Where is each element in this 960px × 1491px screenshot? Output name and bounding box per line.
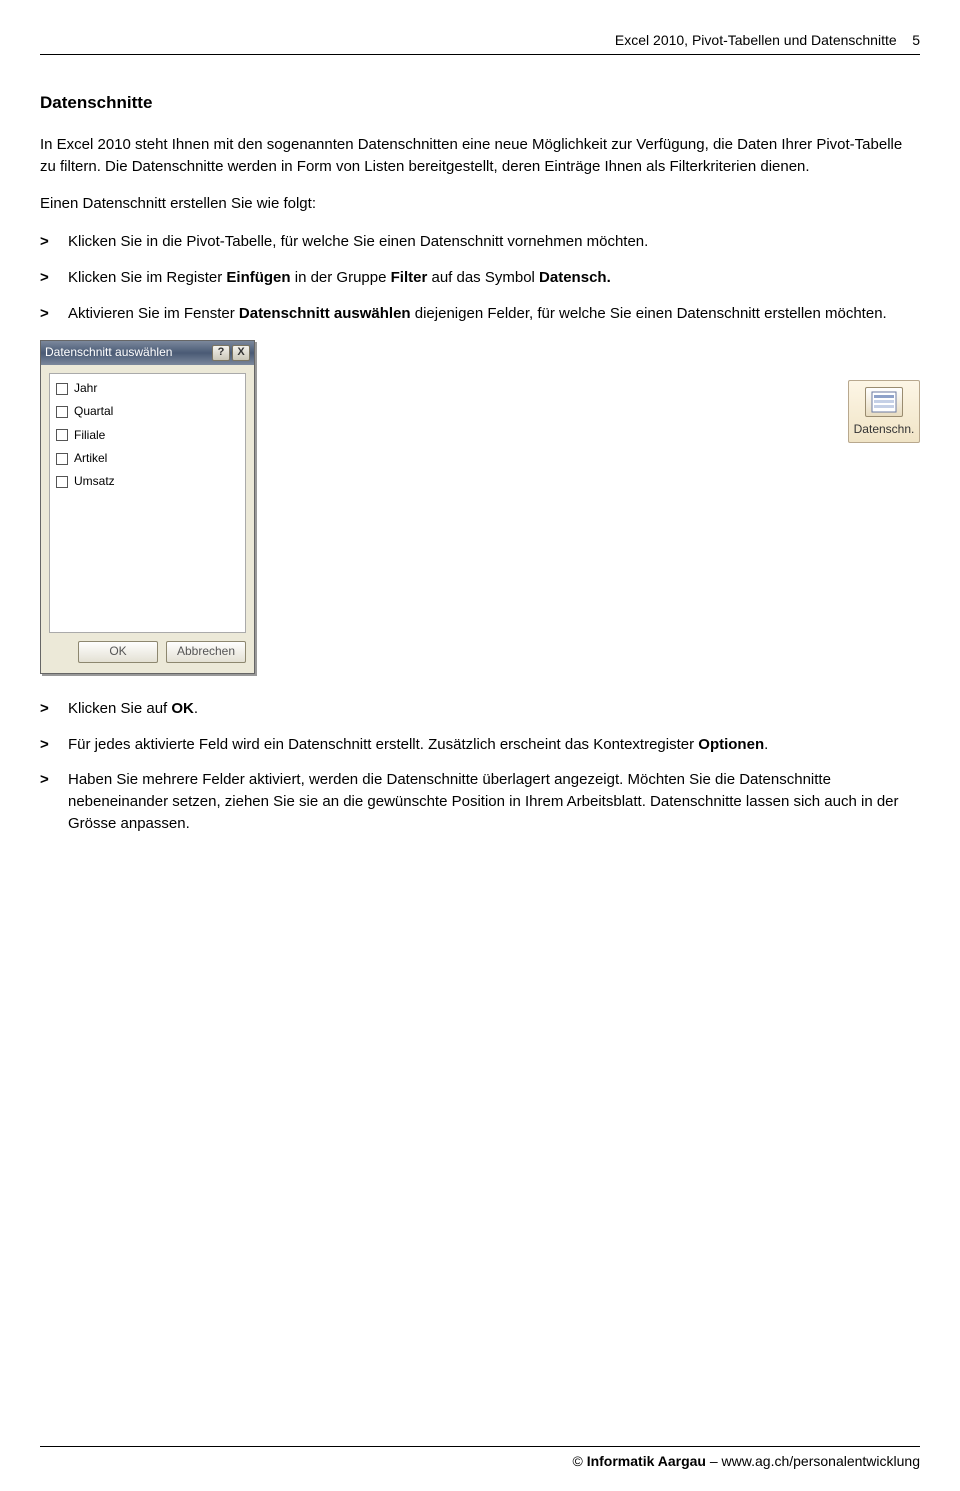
dialog-footer: OK Abbrechen (41, 641, 254, 673)
steps-list-2: > Klicken Sie auf OK. > Für jedes aktivi… (40, 698, 920, 835)
checkbox[interactable] (56, 476, 68, 488)
list-text: Für jedes aktivierte Feld wird ein Daten… (68, 736, 698, 753)
section-title: Datenschnitte (40, 91, 920, 116)
slicer-icon (865, 387, 903, 417)
checkbox-row[interactable]: Quartal (56, 403, 239, 420)
checkbox-label: Umsatz (74, 473, 115, 490)
bold-term: Filter (391, 269, 428, 286)
list-item: > Für jedes aktivierte Feld wird ein Dat… (40, 734, 920, 756)
lead-sentence: Einen Datenschnitt erstellen Sie wie fol… (40, 193, 920, 215)
doc-title: Excel 2010, Pivot-Tabellen und Datenschn… (615, 32, 897, 48)
list-text: Klicken Sie im Register (68, 269, 226, 286)
close-button[interactable]: X (232, 345, 250, 361)
checkbox-row[interactable]: Artikel (56, 450, 239, 467)
list-item: > Haben Sie mehrere Felder aktiviert, we… (40, 769, 920, 834)
list-text: auf das Symbol (427, 269, 539, 286)
ok-button[interactable]: OK (78, 641, 158, 663)
dialog-titlebar: Datenschnitt auswählen ? X (41, 341, 254, 364)
cancel-button[interactable]: Abbrechen (166, 641, 246, 663)
checkbox-label: Quartal (74, 403, 113, 420)
checkbox-label: Jahr (74, 380, 97, 397)
list-item: > Klicken Sie auf OK. (40, 698, 920, 720)
list-item: > Klicken Sie im Register Einfügen in de… (40, 267, 920, 289)
checkbox-label: Artikel (74, 450, 107, 467)
checkbox-row[interactable]: Jahr (56, 380, 239, 397)
bullet-marker: > (40, 231, 49, 253)
bold-term: Optionen (698, 736, 764, 753)
checkbox-row[interactable]: Umsatz (56, 473, 239, 490)
ribbon-slicer-label: Datenschn. (854, 422, 915, 436)
steps-list-1: > Klicken Sie in die Pivot-Tabelle, für … (40, 231, 920, 324)
checkbox[interactable] (56, 406, 68, 418)
bullet-marker: > (40, 267, 49, 289)
checkbox[interactable] (56, 429, 68, 441)
page-header: Excel 2010, Pivot-Tabellen und Datenschn… (40, 30, 920, 55)
list-text: . (764, 736, 768, 753)
list-text: Aktivieren Sie im Fenster (68, 305, 239, 322)
list-text: in der Gruppe (291, 269, 391, 286)
bullet-marker: > (40, 734, 49, 756)
page-footer: © Informatik Aargau – www.ag.ch/personal… (40, 1446, 920, 1471)
slicer-select-dialog: Datenschnitt auswählen ? X Jahr Quartal … (40, 340, 255, 673)
help-button[interactable]: ? (212, 345, 230, 361)
bold-term: Datensch. (539, 269, 611, 286)
footer-sep: – (706, 1453, 722, 1469)
dialog-title: Datenschnitt auswählen (45, 344, 172, 361)
bold-term: Datenschnitt auswählen (239, 305, 411, 322)
list-text: Klicken Sie auf (68, 700, 171, 717)
bullet-marker: > (40, 698, 49, 720)
bold-term: Einfügen (226, 269, 290, 286)
bullet-marker: > (40, 769, 49, 791)
list-text: Haben Sie mehrere Felder aktiviert, werd… (68, 771, 899, 832)
footer-copy: © (572, 1453, 586, 1469)
page-number: 5 (912, 32, 920, 48)
checkbox-label: Filiale (74, 427, 105, 444)
ribbon-slicer-button[interactable]: Datenschn. (848, 380, 920, 443)
list-item: > Aktivieren Sie im Fenster Datenschnitt… (40, 303, 920, 325)
list-item: > Klicken Sie in die Pivot-Tabelle, für … (40, 231, 920, 253)
checkbox-row[interactable]: Filiale (56, 427, 239, 444)
checkbox[interactable] (56, 383, 68, 395)
bold-term: OK (171, 700, 194, 717)
footer-url: www.ag.ch/personalentwicklung (722, 1453, 920, 1469)
intro-paragraph: In Excel 2010 steht Ihnen mit den sogena… (40, 134, 920, 178)
footer-org: Informatik Aargau (587, 1453, 706, 1469)
list-text: Klicken Sie in die Pivot-Tabelle, für we… (68, 233, 648, 250)
list-text: diejenigen Felder, für welche Sie einen … (411, 305, 887, 322)
checkbox[interactable] (56, 453, 68, 465)
dialog-body: Jahr Quartal Filiale Artikel Umsatz (49, 373, 246, 633)
bullet-marker: > (40, 303, 49, 325)
list-text: . (194, 700, 198, 717)
